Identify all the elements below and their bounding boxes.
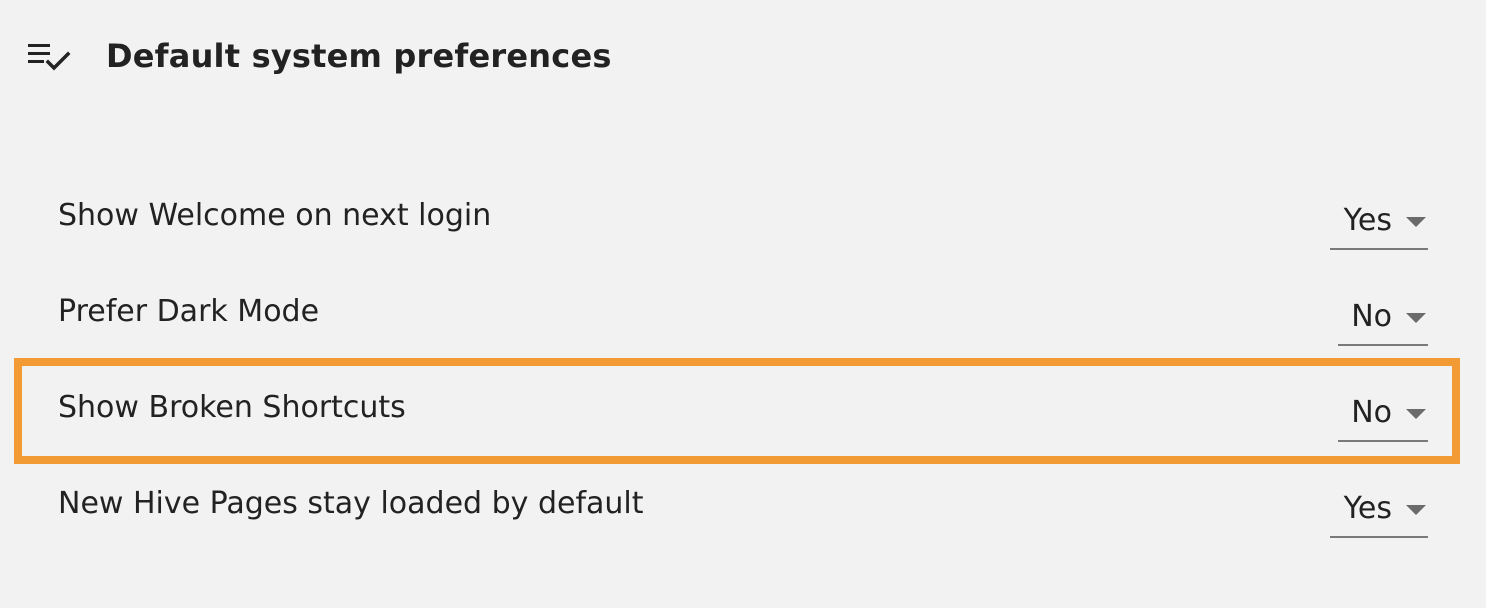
dropdown-arrow-icon — [1406, 505, 1426, 515]
dropdown-arrow-icon — [1406, 409, 1426, 419]
select-value: Yes — [1343, 490, 1392, 526]
page-header: Default system preferences — [28, 30, 612, 82]
page-title: Default system preferences — [106, 37, 612, 75]
preference-label: Prefer Dark Mode — [58, 294, 320, 329]
preference-row-show-welcome: Show Welcome on next login Yes — [58, 180, 1428, 260]
select-value: No — [1351, 394, 1392, 430]
select-value: No — [1351, 298, 1392, 334]
select-value: Yes — [1343, 202, 1392, 238]
preference-label: New Hive Pages stay loaded by default — [58, 486, 644, 521]
dropdown-arrow-icon — [1406, 217, 1426, 227]
prefer-dark-mode-select[interactable]: No — [1338, 288, 1428, 346]
dropdown-arrow-icon — [1406, 313, 1426, 323]
preference-row-new-hive-pages-stay-loaded: New Hive Pages stay loaded by default Ye… — [58, 468, 1428, 548]
new-hive-pages-select[interactable]: Yes — [1330, 480, 1428, 538]
preference-row-prefer-dark-mode: Prefer Dark Mode No — [58, 276, 1428, 356]
show-welcome-select[interactable]: Yes — [1330, 192, 1428, 250]
preference-row-show-broken-shortcuts: Show Broken Shortcuts No — [58, 372, 1428, 452]
checklist-icon — [28, 40, 72, 72]
preference-label: Show Welcome on next login — [58, 198, 492, 233]
preference-label: Show Broken Shortcuts — [58, 390, 406, 425]
show-broken-shortcuts-select[interactable]: No — [1338, 384, 1428, 442]
